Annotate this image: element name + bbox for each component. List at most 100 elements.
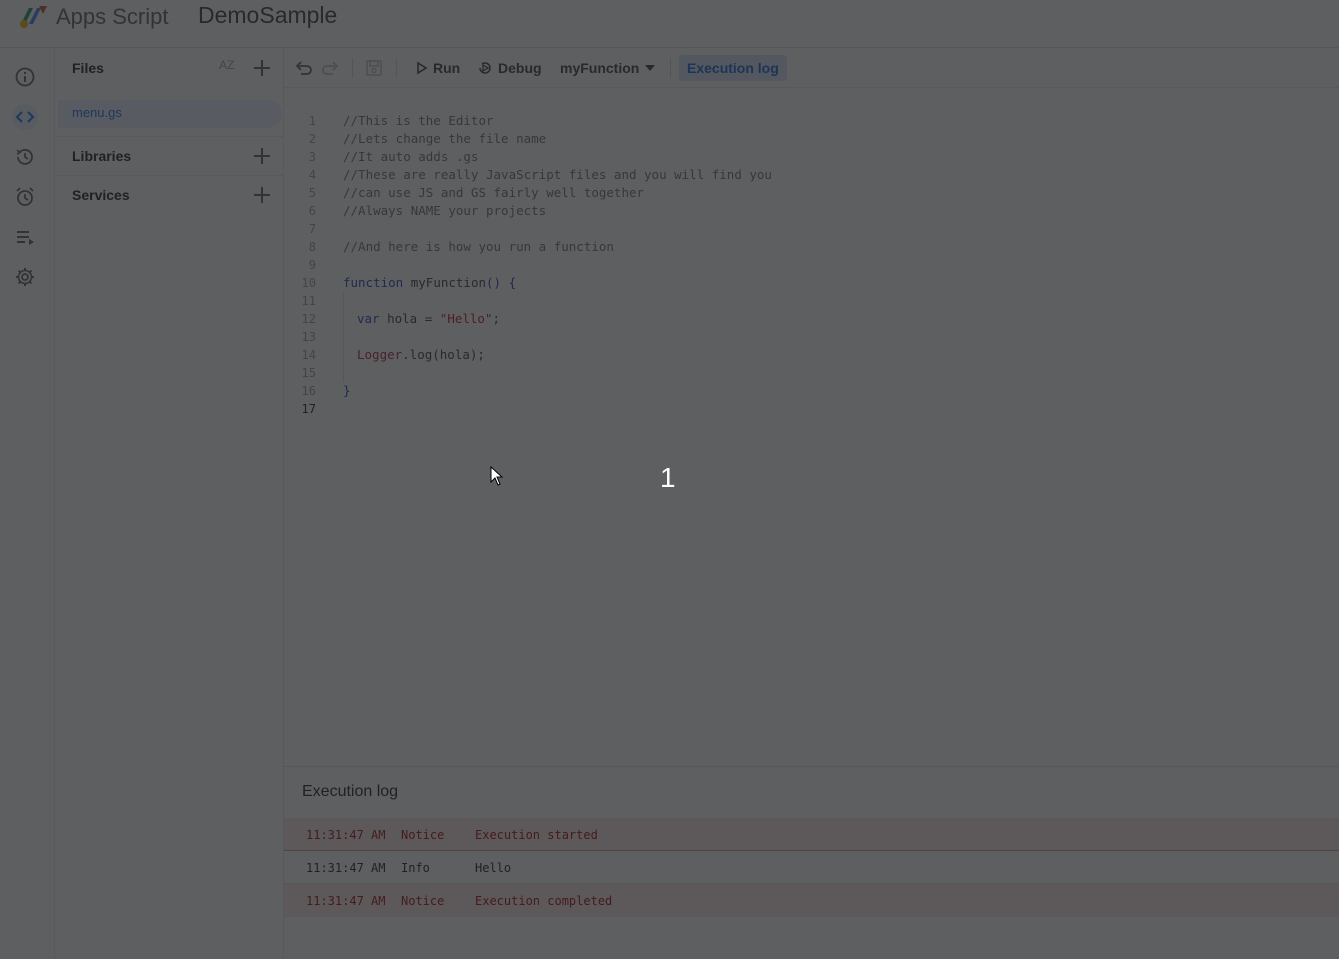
- keyword: function: [343, 275, 404, 290]
- undo-icon[interactable]: [293, 58, 313, 78]
- code-line: //can use JS and GS fairly well together: [343, 184, 1333, 202]
- rail-history-button[interactable]: [12, 144, 38, 170]
- code-editor[interactable]: 1 2 3 4 5 6 7 8 9 10 11 12 13 14 15 16 17 //This is the …: [284, 88, 1339, 766]
- brace: }: [343, 383, 351, 398]
- log-row: 11:31:47 AM Notice Execution started: [284, 818, 1339, 851]
- countdown-number: 1: [660, 462, 676, 493]
- file-item-menu-gs[interactable]: menu.gs: [58, 100, 282, 128]
- files-title: Files: [72, 60, 104, 76]
- indent-guide: [343, 292, 357, 310]
- history-icon: [16, 149, 33, 165]
- line-number: 8: [308, 240, 316, 254]
- line-number: 9: [308, 258, 316, 272]
- comment: //And here is how you run a function: [343, 239, 614, 254]
- code-line: [343, 364, 1333, 382]
- indent-guide: [343, 364, 357, 382]
- code-line: }: [343, 382, 1333, 400]
- log-message: Execution completed: [475, 894, 613, 908]
- execution-log-title: Execution log: [302, 783, 399, 800]
- gear-icon: [16, 268, 34, 286]
- code-line: Logger.log(hola);: [343, 346, 1333, 364]
- project-name[interactable]: DemoSample: [198, 2, 337, 29]
- comment: //These are really JavaScript files and …: [343, 167, 772, 182]
- redo-icon[interactable]: [321, 58, 341, 78]
- debug-icon: [479, 62, 491, 74]
- comment: //Lets change the file name: [343, 131, 547, 146]
- execution-log-toggle[interactable]: Execution log: [679, 55, 787, 81]
- executions-icon: [17, 231, 34, 245]
- rail-editor-button[interactable]: [12, 104, 38, 130]
- code-line: var hola = "Hello";: [343, 310, 1333, 328]
- log-level: Info: [401, 861, 430, 875]
- indent-guide: [343, 346, 357, 364]
- code-area[interactable]: //This is the Editor //Lets change the f…: [343, 112, 1333, 418]
- code-line: //This is the Editor: [343, 112, 1333, 130]
- code-line: //Lets change the file name: [343, 130, 1333, 148]
- add-service-icon[interactable]: [252, 185, 272, 205]
- execution-log-panel: Execution log 11:31:47 AM Notice Executi…: [284, 766, 1339, 959]
- comment: //It auto adds .gs: [343, 149, 479, 164]
- code-line: //It auto adds .gs: [343, 148, 1333, 166]
- debug-label: Debug: [498, 60, 542, 76]
- toolbar-separator: [670, 58, 671, 78]
- line-number: 5: [308, 186, 316, 200]
- code-line: //Always NAME your projects: [343, 202, 1333, 220]
- log-message: Execution started: [475, 828, 598, 842]
- code-line: //These are really JavaScript files and …: [343, 166, 1333, 184]
- line-number: 15: [301, 366, 316, 380]
- libraries-label: Libraries: [72, 148, 132, 164]
- log-message: Hello: [475, 861, 512, 875]
- libraries-section: Libraries: [56, 136, 284, 174]
- line-number: 4: [308, 168, 316, 182]
- services-label: Services: [72, 187, 130, 203]
- sort-files-button[interactable]: AZ: [219, 58, 241, 78]
- log-level: Notice: [401, 828, 445, 842]
- brace: {: [501, 275, 517, 290]
- add-file-icon[interactable]: [252, 58, 272, 78]
- function-name: myFunction: [403, 275, 487, 290]
- alarm-icon: [16, 187, 34, 206]
- code-line: [343, 292, 1333, 310]
- log-row: 11:31:47 AM Notice Execution completed: [284, 884, 1339, 917]
- code-text: .log(hola);: [402, 347, 485, 362]
- line-number-gutter: 1 2 3 4 5 6 7 8 9 10 11 12 13 14 15 16 17: [284, 112, 324, 418]
- line-number: 11: [301, 294, 316, 308]
- left-rail: [0, 48, 55, 959]
- mouse-cursor-icon: [490, 466, 504, 486]
- comment: //can use JS and GS fairly well together: [343, 185, 645, 200]
- rail-settings-button[interactable]: [12, 264, 38, 290]
- add-library-icon[interactable]: [252, 146, 272, 166]
- log-time: 11:31:47 AM: [306, 828, 386, 842]
- rail-executions-button[interactable]: [12, 224, 38, 250]
- play-icon: [417, 61, 428, 75]
- semicolon: ;: [492, 311, 501, 326]
- info-icon: [15, 67, 35, 87]
- string: "Hello": [439, 311, 493, 326]
- debug-button[interactable]: Debug: [477, 58, 542, 78]
- run-button[interactable]: Run: [416, 58, 460, 78]
- apps-script-logo[interactable]: [17, 2, 49, 30]
- rail-overview-button[interactable]: [12, 64, 38, 90]
- code-line: //And here is how you run a function: [343, 238, 1333, 256]
- run-label: Run: [433, 60, 461, 76]
- save-icon[interactable]: [364, 58, 384, 78]
- function-select[interactable]: myFunction: [560, 58, 657, 78]
- log-level: Notice: [401, 894, 445, 908]
- log-row: 11:31:47 AM Info Hello: [284, 851, 1339, 884]
- chevron-down-icon: [645, 65, 656, 71]
- indent-guide: [343, 328, 357, 346]
- line-number: 1: [308, 114, 316, 128]
- line-number: 12: [301, 312, 316, 326]
- log-time: 11:31:47 AM: [306, 894, 386, 908]
- line-number: 6: [308, 204, 316, 218]
- indent-guide: [343, 310, 357, 328]
- rail-triggers-button[interactable]: [12, 184, 38, 210]
- comment: //Always NAME your projects: [343, 203, 547, 218]
- line-number: 14: [301, 348, 316, 362]
- services-section: Services: [56, 175, 284, 213]
- code-icon: [15, 111, 35, 123]
- log-time: 11:31:47 AM: [306, 861, 386, 875]
- files-panel: Files AZ menu.gs Libraries Services: [56, 48, 284, 959]
